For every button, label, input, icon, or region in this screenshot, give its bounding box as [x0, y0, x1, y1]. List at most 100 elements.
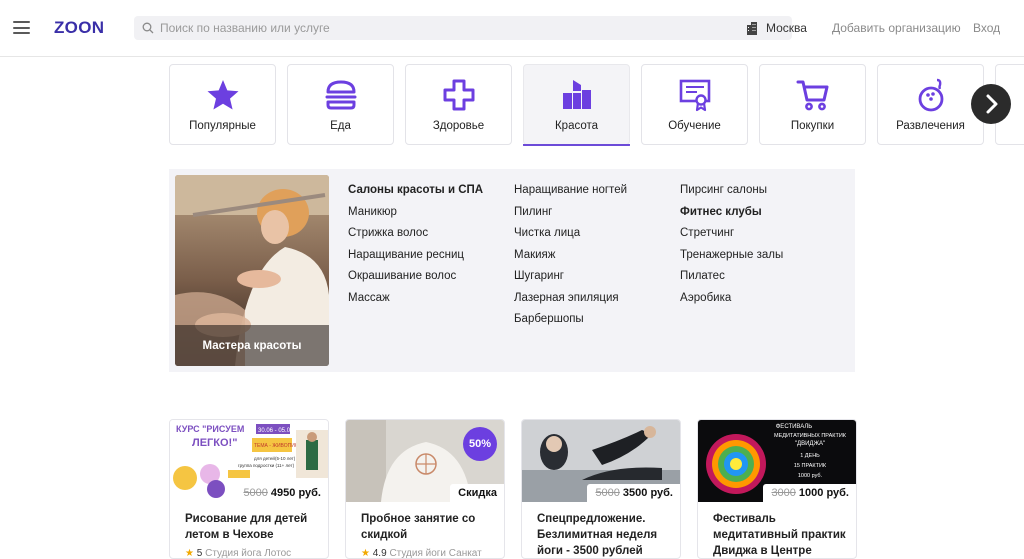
old-price: 3000: [771, 487, 796, 499]
promo-card-beauty-masters[interactable]: Мастера красоты: [175, 175, 329, 366]
category-label: Обучение: [668, 120, 721, 132]
subcategory-link[interactable]: Окрашивание волос: [348, 269, 483, 291]
category-dropdown-panel: Мастера красоты Салоны красоты и СПА Ман…: [169, 169, 855, 372]
offer-tag: Скидка: [450, 484, 504, 502]
subcategory-link[interactable]: Наращивание ногтей: [514, 183, 627, 205]
subcategory-link[interactable]: Стрижка волос: [348, 226, 483, 248]
promo-photo: [175, 175, 329, 366]
offer-image-text: для детей(5-10 лет): [254, 455, 296, 461]
new-price: 3500 руб.: [622, 487, 673, 499]
search-input[interactable]: [160, 16, 600, 40]
rating-value: 5: [196, 548, 203, 559]
subcategory-link[interactable]: Пилатес: [680, 269, 783, 291]
subcategory-link[interactable]: Пилинг: [514, 205, 627, 227]
category-popular[interactable]: Популярные: [169, 64, 276, 145]
subcategory-link[interactable]: Фитнес клубы: [680, 205, 783, 227]
category-shopping[interactable]: Покупки: [759, 64, 866, 145]
subcategory-link[interactable]: Пирсинг салоны: [680, 183, 783, 205]
rating-value: 4.9: [372, 548, 387, 559]
logo[interactable]: ZOON: [54, 18, 104, 38]
offer-title: Спецпредложение. Безлимитная неделя йоги…: [537, 513, 658, 557]
subcategory-column-2: Наращивание ногтей Пилинг Чистка лица Ма…: [514, 183, 627, 334]
subcategory-link[interactable]: Стретчинг: [680, 226, 783, 248]
offer-image-text: "ДВИДЖА": [795, 441, 825, 447]
top-header: ZOON Москва Добавить организацию Вход: [0, 0, 1024, 57]
offer-image-text: ФЕСТИВАЛЬ: [776, 424, 813, 430]
place-name: Студия йоги Санкат: [389, 548, 482, 559]
category-health[interactable]: Здоровье: [405, 64, 512, 145]
offer-card[interactable]: 5000 3500 руб. Спецпредложение. Безлимитн…: [521, 419, 681, 559]
category-carousel: Популярные Еда Здоровье Красота Обучение…: [169, 64, 1024, 146]
offer-image-text: ЛЕГКО!": [192, 437, 237, 449]
subcategory-link[interactable]: Массаж: [348, 291, 483, 313]
chevron-right-icon: [986, 94, 998, 114]
offer-price: 5000 4950 руб.: [235, 484, 328, 502]
category-label: Популярные: [189, 120, 256, 132]
subcategory-column-1: Салоны красоты и СПА Маникюр Стрижка вол…: [348, 183, 483, 312]
carousel-next-button[interactable]: [971, 84, 1011, 124]
category-label: Развлечения: [896, 120, 965, 132]
city-building-icon: [747, 22, 757, 35]
subcategory-link[interactable]: Лазерная эпиляция: [514, 291, 627, 313]
offer-title: Фестиваль медитативный практик Двиджа в …: [713, 513, 846, 557]
offer-price: 3000 1000 руб.: [763, 484, 856, 502]
promo-title: Мастера красоты: [202, 340, 302, 352]
search-bar: Москва: [134, 16, 807, 40]
category-label: Красота: [554, 120, 599, 132]
subcategory-link[interactable]: Макияж: [514, 248, 627, 270]
city-label: Москва: [766, 21, 807, 35]
category-food[interactable]: Еда: [287, 64, 394, 145]
category-label: Еда: [330, 120, 351, 132]
subcategory-link[interactable]: Салоны красоты и СПА: [348, 183, 483, 205]
subcategory-link[interactable]: Чистка лица: [514, 226, 627, 248]
offer-image-text: 15 ПРАКТИК: [794, 463, 827, 469]
subcategory-column-3: Пирсинг салоны Фитнес клубы Стретчинг Тр…: [680, 183, 783, 312]
subcategory-link[interactable]: Барбершопы: [514, 312, 627, 334]
category-label: Здоровье: [432, 120, 485, 132]
certificate-icon: [679, 79, 710, 112]
place-name: Студия йога Лотос: [205, 548, 292, 559]
category-beauty[interactable]: Красота: [523, 64, 630, 146]
offer-card[interactable]: КУРС "РИСУЕМ ЛЕГКО!" 30.06 - 05.07 ТЕМА …: [169, 419, 329, 559]
offer-image-text: КУРС "РИСУЕМ: [176, 424, 244, 434]
login-link[interactable]: Вход: [973, 21, 1000, 35]
offer-title: Пробное занятие со скидкой: [361, 513, 476, 541]
category-entertainment[interactable]: Развлечения: [877, 64, 984, 145]
shopping-cart-icon: [796, 80, 828, 111]
star-icon: ★: [185, 548, 194, 559]
add-organization-link[interactable]: Добавить организацию: [832, 21, 961, 35]
category-label: Покупки: [790, 120, 835, 132]
discount-badge: 50%: [463, 427, 497, 461]
beauty-icon: [562, 80, 591, 109]
offer-image-text: 30.06 - 05.07: [258, 428, 294, 434]
star-icon: [207, 80, 238, 110]
bowling-icon: [918, 78, 943, 112]
subcategory-link[interactable]: Аэробика: [680, 291, 783, 313]
subcategory-link[interactable]: Маникюр: [348, 205, 483, 227]
offer-image-text: 1000 руб.: [798, 473, 823, 479]
discount-tag: Скидка: [458, 487, 497, 499]
offer-image-text: МЕДИТАТИВНЫХ ПРАКТИК: [774, 433, 847, 439]
search-icon: [142, 22, 154, 34]
offer-rating: ★ 5 Студия йога Лотос: [185, 548, 292, 559]
old-price: 5000: [243, 487, 268, 499]
new-price: 1000 руб.: [798, 487, 849, 499]
subcategory-link[interactable]: Наращивание ресниц: [348, 248, 483, 270]
offer-image-text: ТЕМА - ЖИВОПИСЬ: [254, 443, 302, 449]
offer-image-text: 1 ДЕНЬ: [800, 453, 820, 459]
offer-rating: ★ 4.9 Студия йоги Санкат: [361, 548, 482, 559]
subcategory-link[interactable]: Тренажерные залы: [680, 248, 783, 270]
menu-icon[interactable]: [13, 21, 30, 34]
star-icon: ★: [361, 548, 370, 559]
category-education[interactable]: Обучение: [641, 64, 748, 145]
offer-price: 5000 3500 руб.: [587, 484, 680, 502]
offer-card[interactable]: 50% Скидка Пробное занятие со скидкой ★ …: [345, 419, 505, 559]
subcategory-link[interactable]: Шугаринг: [514, 269, 627, 291]
burger-icon: [325, 80, 356, 110]
offer-card[interactable]: ФЕСТИВАЛЬ МЕДИТАТИВНЫХ ПРАКТИК "ДВИДЖА" …: [697, 419, 857, 559]
old-price: 5000: [595, 487, 620, 499]
medical-cross-icon: [443, 79, 474, 111]
offer-title: Рисование для детей летом в Чехове: [185, 513, 308, 541]
new-price: 4950 руб.: [270, 487, 321, 499]
offer-image-text: группа подростки (11+ лет): [238, 463, 295, 468]
